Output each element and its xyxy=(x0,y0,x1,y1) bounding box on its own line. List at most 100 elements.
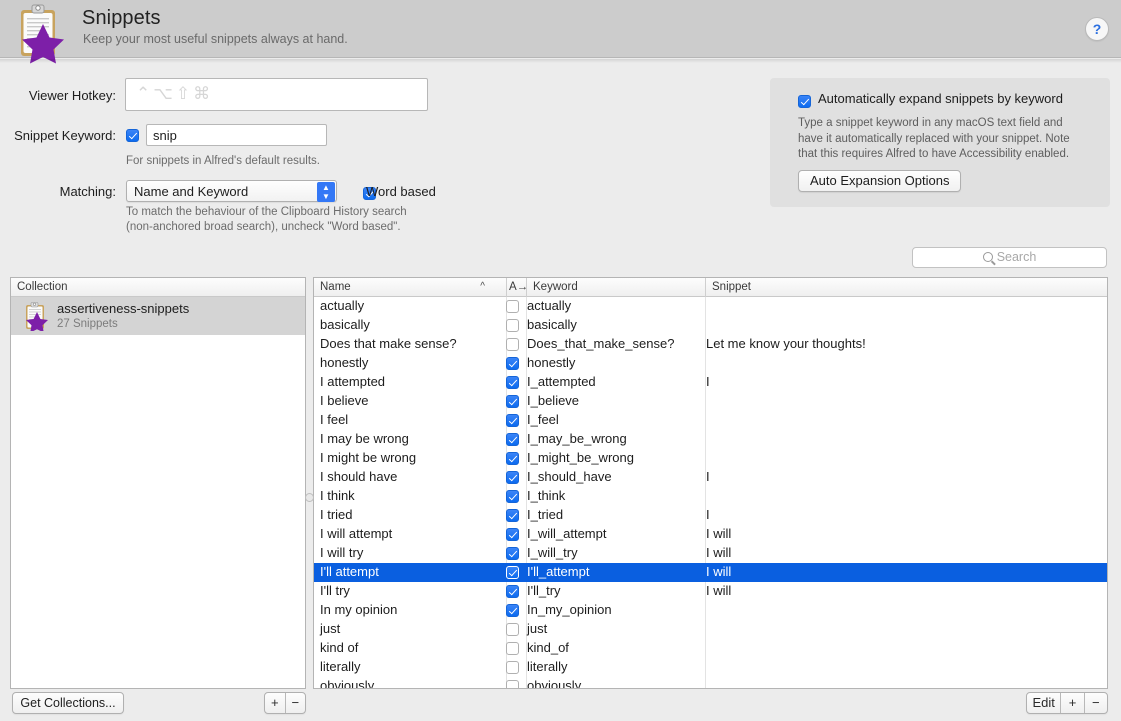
snippet-keyword-cell: I_attempted xyxy=(527,374,596,389)
snippet-name-cell: I will try xyxy=(320,545,364,560)
table-row[interactable]: I should have I_should_have I xyxy=(314,468,1107,487)
column-header-name[interactable]: Name ^ xyxy=(314,278,506,297)
auto-expand-row-checkbox[interactable] xyxy=(506,357,519,370)
auto-expand-row-checkbox[interactable] xyxy=(506,585,519,598)
table-row[interactable]: I might be wrong I_might_be_wrong xyxy=(314,449,1107,468)
snippet-keyword-cell: honestly xyxy=(527,355,576,370)
search-icon xyxy=(982,252,993,262)
table-row[interactable]: I will try I_will_try I will xyxy=(314,544,1107,563)
table-row[interactable]: I believe I_believe xyxy=(314,392,1107,411)
snippet-name-cell: obviously xyxy=(320,678,375,689)
collection-list-item[interactable]: assertiveness-snippets 27 Snippets xyxy=(11,297,305,335)
snippet-name-cell: I might be wrong xyxy=(320,450,417,465)
table-row[interactable]: I'll try I'll_try I will xyxy=(314,582,1107,601)
auto-expand-row-checkbox[interactable] xyxy=(506,376,519,389)
snippet-keyword-cell: I_will_try xyxy=(527,545,578,560)
snippet-keyword-cell: I_will_attempt xyxy=(527,526,607,541)
auto-expand-row-checkbox[interactable] xyxy=(506,452,519,465)
auto-expand-row-checkbox[interactable] xyxy=(506,509,519,522)
auto-expand-row-checkbox[interactable] xyxy=(506,471,519,484)
matching-select[interactable]: Name and Keyword ▲ ▼ xyxy=(126,180,337,202)
snippet-keyword-input[interactable]: snip xyxy=(146,124,327,146)
snippet-text-cell: Let me know your thoughts! xyxy=(706,336,866,351)
table-row[interactable]: kind of kind_of xyxy=(314,639,1107,658)
table-row[interactable]: I attempted I_attempted I xyxy=(314,373,1107,392)
table-row[interactable]: basically basically xyxy=(314,316,1107,335)
auto-expand-row-checkbox[interactable] xyxy=(506,623,519,636)
auto-expand-row-checkbox[interactable] xyxy=(506,433,519,446)
viewer-hotkey-field[interactable]: ⌃⌥⇧⌘ xyxy=(125,78,428,111)
snippet-keyword-cell: I'll_attempt xyxy=(527,564,590,579)
table-row[interactable]: I may be wrong I_may_be_wrong xyxy=(314,430,1107,449)
auto-expansion-options-button[interactable]: Auto Expansion Options xyxy=(798,170,962,192)
edit-snippet-button[interactable]: Edit xyxy=(1027,693,1062,713)
panel-resize-handle[interactable] xyxy=(305,493,314,502)
snippet-name-cell: I believe xyxy=(320,393,369,408)
snippet-text-cell: I will xyxy=(706,526,732,541)
table-row[interactable]: obviously obviously xyxy=(314,677,1107,689)
collection-count: 27 Snippets xyxy=(57,318,118,330)
snippet-keyword-checkbox[interactable] xyxy=(126,129,139,143)
window-header: Snippets Keep your most useful snippets … xyxy=(0,0,1121,64)
auto-expand-row-checkbox[interactable] xyxy=(506,395,519,408)
auto-expand-row-checkbox[interactable] xyxy=(506,642,519,655)
table-row[interactable]: I will attempt I_will_attempt I will xyxy=(314,525,1107,544)
auto-expand-checkbox[interactable] xyxy=(798,95,811,109)
snippet-name-cell: basically xyxy=(320,317,370,332)
snippet-text-cell: I will xyxy=(706,564,732,579)
search-input[interactable]: Search xyxy=(912,247,1107,268)
auto-expand-description-line1: Type a snippet keyword in any macOS text… xyxy=(798,117,1063,129)
header-shadow xyxy=(0,59,1121,63)
snippets-row-list: actually actually basically basically Does t… xyxy=(314,297,1107,688)
column-header-snippet-label: Snippet xyxy=(712,281,752,293)
matching-hint-line2: (non-anchored broad search), uncheck "Wo… xyxy=(126,221,401,233)
auto-expand-label: Automatically expand snippets by keyword xyxy=(818,91,1063,106)
table-row[interactable]: Does that make sense? Does_that_make_sens… xyxy=(314,335,1107,354)
table-row[interactable]: I feel I_feel xyxy=(314,411,1107,430)
sort-ascending-icon: ^ xyxy=(480,281,485,292)
auto-expand-row-checkbox[interactable] xyxy=(506,490,519,503)
remove-snippet-button[interactable]: − xyxy=(1085,693,1107,713)
snippet-keyword-cell: actually xyxy=(527,298,572,313)
auto-expand-row-checkbox[interactable] xyxy=(506,528,519,541)
column-header-snippet[interactable]: Snippet xyxy=(706,278,1107,297)
column-header-keyword-label: Keyword xyxy=(533,281,578,293)
collection-add-button[interactable]: + xyxy=(265,693,286,713)
snippet-keyword-hint: For snippets in Alfred's default results… xyxy=(126,155,320,167)
table-row[interactable]: I tried I_tried I xyxy=(314,506,1107,525)
collection-add-remove-segment[interactable]: + − xyxy=(264,692,306,714)
auto-expand-row-checkbox[interactable] xyxy=(506,604,519,617)
auto-expand-row-checkbox[interactable] xyxy=(506,566,519,579)
column-header-keyword[interactable]: Keyword xyxy=(527,278,705,297)
get-collections-button[interactable]: Get Collections... xyxy=(12,692,124,714)
table-row[interactable]: I'll attempt I'll_attempt I will xyxy=(314,563,1107,582)
snippet-name-cell: I feel xyxy=(320,412,349,427)
snippet-name-cell: actually xyxy=(320,298,365,313)
table-row[interactable]: just just xyxy=(314,620,1107,639)
auto-expand-row-checkbox[interactable] xyxy=(506,661,519,674)
auto-expand-row-checkbox[interactable] xyxy=(506,300,519,313)
auto-expand-row-checkbox[interactable] xyxy=(506,338,519,351)
column-header-autoexpand[interactable]: A→ xyxy=(507,278,528,297)
auto-expand-row-checkbox[interactable] xyxy=(506,680,519,688)
collection-panel: Collection assertiveness-snippets 27 Sni… xyxy=(10,277,306,689)
table-row[interactable]: honestly honestly xyxy=(314,354,1107,373)
auto-expand-row-checkbox[interactable] xyxy=(506,547,519,560)
snippet-keyword-cell: I_think xyxy=(527,488,566,503)
snippet-name-cell: I tried xyxy=(320,507,353,522)
table-row[interactable]: In my opinion In_my_opinion xyxy=(314,601,1107,620)
auto-expand-row-checkbox[interactable] xyxy=(506,414,519,427)
table-row[interactable]: literally literally xyxy=(314,658,1107,677)
table-row[interactable]: actually actually xyxy=(314,297,1107,316)
add-snippet-button[interactable]: + xyxy=(1061,693,1085,713)
snippet-keyword-cell: I_may_be_wrong xyxy=(527,431,627,446)
auto-expand-row-checkbox[interactable] xyxy=(506,319,519,332)
table-row[interactable]: I think I_think xyxy=(314,487,1107,506)
collection-remove-button[interactable]: − xyxy=(286,693,306,713)
snippet-keyword-label: Snippet Keyword: xyxy=(14,128,116,143)
snippet-actions-segment[interactable]: Edit + − xyxy=(1026,692,1108,714)
snippet-keyword-cell: I_tried xyxy=(527,507,564,522)
help-icon[interactable]: ? xyxy=(1085,17,1109,41)
snippet-keyword-cell: basically xyxy=(527,317,577,332)
snippet-keyword-cell: I_should_have xyxy=(527,469,612,484)
